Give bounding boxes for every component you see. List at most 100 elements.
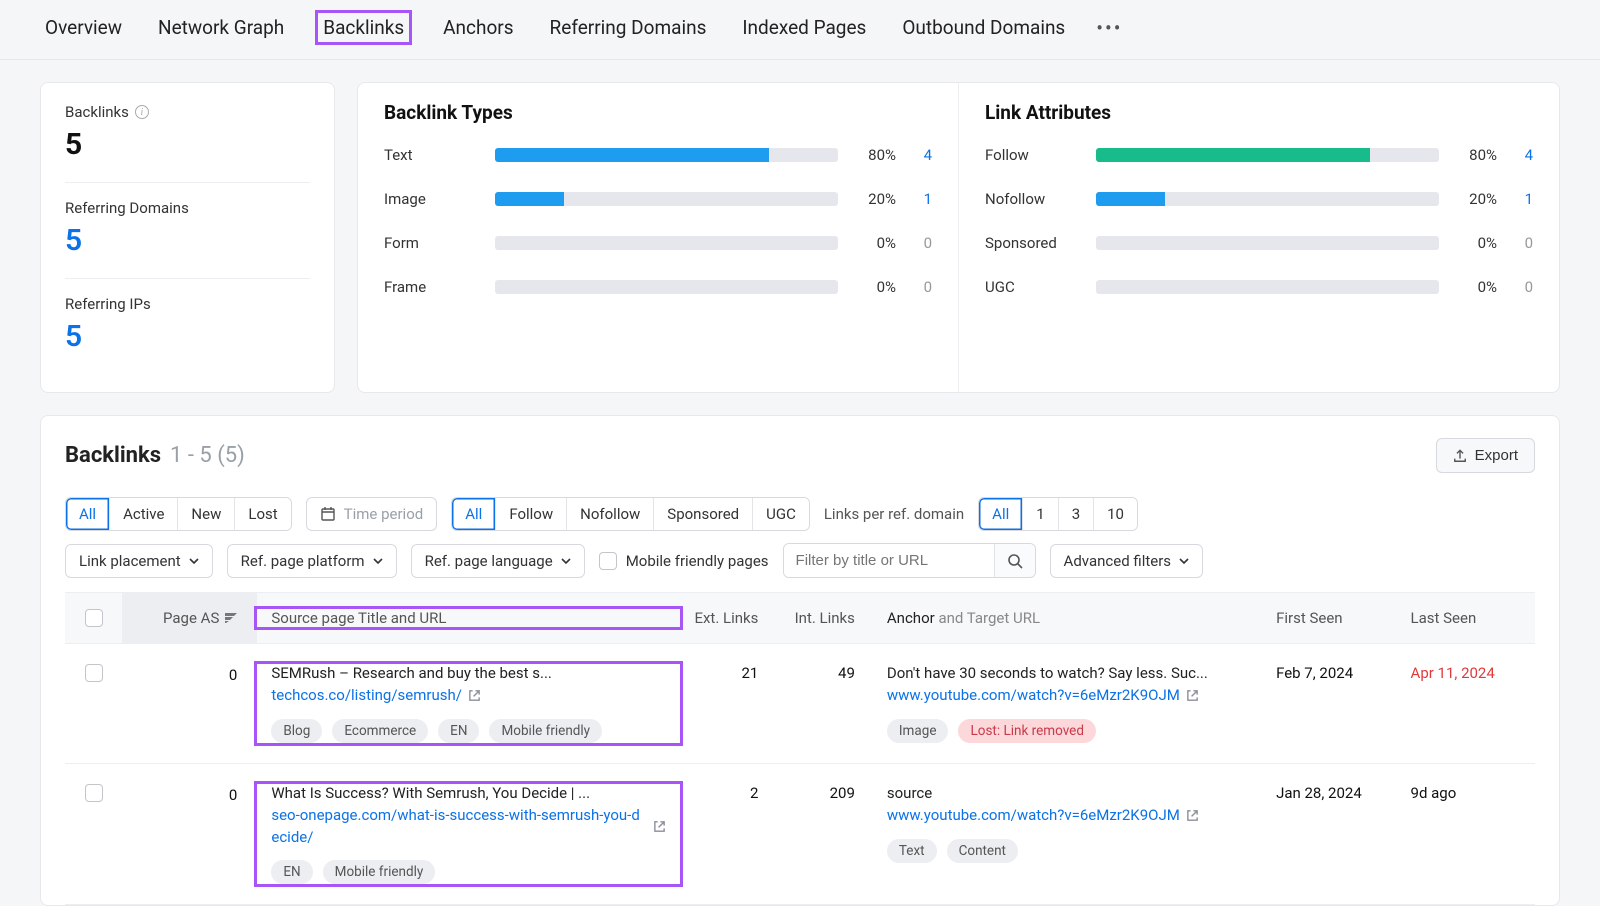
- table-range: 1 - 5 (5): [165, 443, 245, 468]
- int-links-value: 209: [776, 784, 873, 802]
- select-all-checkbox[interactable]: [85, 609, 103, 627]
- links-per-all[interactable]: All: [979, 498, 1023, 530]
- anchor-tag: Image: [887, 719, 949, 743]
- bar-percent: 0%: [1455, 278, 1497, 296]
- tab-referring-domains[interactable]: Referring Domains: [545, 13, 712, 42]
- bar-percent: 0%: [854, 234, 896, 252]
- follow-follow[interactable]: Follow: [496, 498, 567, 530]
- anchor-text: source: [887, 784, 1266, 802]
- bar-track: [495, 236, 838, 250]
- ref-platform-dropdown[interactable]: Ref. page platform: [227, 544, 397, 578]
- bar-percent: 80%: [1455, 146, 1497, 164]
- links-per-3[interactable]: 3: [1059, 498, 1094, 530]
- chevron-down-icon: [561, 556, 571, 566]
- tab-backlinks[interactable]: Backlinks: [315, 10, 412, 45]
- status-lost[interactable]: Lost: [235, 498, 290, 530]
- backlink-type-row: Text80%4: [384, 146, 932, 164]
- bar-percent: 0%: [854, 278, 896, 296]
- col-anchor[interactable]: Anchor and Target URL: [873, 609, 1266, 627]
- tab-indexed-pages[interactable]: Indexed Pages: [737, 13, 871, 42]
- mobile-friendly-checkbox[interactable]: Mobile friendly pages: [599, 552, 769, 570]
- refdomains-count[interactable]: 5: [65, 223, 310, 258]
- advanced-filters-dropdown[interactable]: Advanced filters: [1050, 544, 1203, 578]
- tab-network-graph[interactable]: Network Graph: [153, 13, 289, 42]
- row-checkbox[interactable]: [85, 664, 103, 682]
- source-cell: What Is Success? With Semrush, You Decid…: [257, 784, 680, 885]
- external-link-icon: [1186, 809, 1199, 822]
- search-input[interactable]: [784, 544, 994, 577]
- links-per-segment: All 1 3 10: [978, 497, 1138, 531]
- bar-percent: 20%: [1455, 190, 1497, 208]
- link-attribute-row: Follow80%4: [985, 146, 1533, 164]
- chevron-down-icon: [189, 556, 199, 566]
- bar-percent: 0%: [1455, 234, 1497, 252]
- follow-all[interactable]: All: [452, 498, 496, 530]
- col-last-seen[interactable]: Last Seen: [1401, 609, 1535, 627]
- refdomains-label: Referring Domains: [65, 199, 310, 217]
- calendar-icon: [320, 506, 336, 522]
- source-tag: Blog: [271, 719, 322, 743]
- links-per-label: Links per ref. domain: [824, 505, 964, 523]
- external-link-icon: [468, 689, 481, 702]
- export-button[interactable]: Export: [1436, 438, 1535, 473]
- refips-count[interactable]: 5: [65, 319, 310, 354]
- ref-language-dropdown[interactable]: Ref. page language: [411, 544, 585, 578]
- link-attributes-panel: Link Attributes Follow80%4Nofollow20%1Sp…: [958, 83, 1559, 392]
- time-period-dropdown[interactable]: Time period: [306, 497, 438, 531]
- table-title: Backlinks: [65, 443, 161, 468]
- link-placement-dropdown[interactable]: Link placement: [65, 544, 213, 578]
- bar-count[interactable]: 4: [1513, 146, 1533, 164]
- tab-anchors[interactable]: Anchors: [438, 13, 518, 42]
- link-attribute-row: Sponsored0%0: [985, 234, 1533, 252]
- bar-count[interactable]: 1: [1513, 190, 1533, 208]
- bar-count: 0: [1513, 278, 1533, 296]
- col-ext-links[interactable]: Ext. Links: [680, 609, 777, 627]
- types-attributes-card: Backlink Types Text80%4Image20%1Form0%0F…: [357, 82, 1560, 393]
- follow-sponsored[interactable]: Sponsored: [654, 498, 753, 530]
- source-tag: Mobile friendly: [489, 719, 602, 743]
- row-checkbox[interactable]: [85, 784, 103, 802]
- external-link-icon: [1186, 689, 1199, 702]
- bar-count[interactable]: 1: [912, 190, 932, 208]
- col-int-links[interactable]: Int. Links: [776, 609, 873, 627]
- bar-label: UGC: [985, 278, 1080, 296]
- page-as-value: 0: [122, 784, 257, 885]
- links-per-10[interactable]: 10: [1094, 498, 1137, 530]
- backlink-type-row: Form0%0: [384, 234, 932, 252]
- backlink-types-panel: Backlink Types Text80%4Image20%1Form0%0F…: [358, 83, 958, 392]
- anchor-tag: Content: [947, 839, 1018, 863]
- status-active[interactable]: Active: [110, 498, 178, 530]
- col-first-seen[interactable]: First Seen: [1266, 609, 1400, 627]
- bar-label: Image: [384, 190, 479, 208]
- tab-outbound-domains[interactable]: Outbound Domains: [897, 13, 1070, 42]
- tabs-more-icon[interactable]: •••: [1096, 16, 1122, 40]
- links-per-1[interactable]: 1: [1023, 498, 1058, 530]
- bar-track: [1096, 148, 1439, 162]
- search-icon: [1007, 553, 1023, 569]
- link-attribute-row: UGC 0% 0: [985, 278, 1533, 296]
- search-button[interactable]: [994, 544, 1035, 577]
- backlink-types-title: Backlink Types: [384, 101, 932, 124]
- source-url[interactable]: techcos.co/listing/semrush/: [271, 685, 666, 707]
- last-seen-value: Apr 11, 2024: [1401, 664, 1535, 682]
- bar-count[interactable]: 4: [912, 146, 932, 164]
- refips-label: Referring IPs: [65, 295, 310, 313]
- export-icon: [1453, 449, 1467, 463]
- source-url[interactable]: seo-onepage.com/what-is-success-with-sem…: [271, 805, 666, 849]
- status-segment: All Active New Lost: [65, 497, 292, 531]
- follow-ugc[interactable]: UGC: [753, 498, 809, 530]
- follow-nofollow[interactable]: Nofollow: [567, 498, 654, 530]
- col-source[interactable]: Source page Title and URL: [257, 609, 680, 627]
- source-tag: Ecommerce: [332, 719, 428, 743]
- col-page-as[interactable]: Page AS: [122, 593, 257, 643]
- chevron-down-icon: [373, 556, 383, 566]
- target-url[interactable]: www.youtube.com/watch?v=6eMzr2K9OJM: [887, 805, 1266, 827]
- target-url[interactable]: www.youtube.com/watch?v=6eMzr2K9OJM: [887, 685, 1266, 707]
- link-attributes-title: Link Attributes: [985, 101, 1533, 124]
- sort-icon: [225, 613, 237, 623]
- info-icon[interactable]: i: [135, 105, 149, 119]
- status-all[interactable]: All: [66, 498, 110, 530]
- bar-track: [1096, 236, 1439, 250]
- status-new[interactable]: New: [178, 498, 235, 530]
- tab-overview[interactable]: Overview: [40, 13, 127, 42]
